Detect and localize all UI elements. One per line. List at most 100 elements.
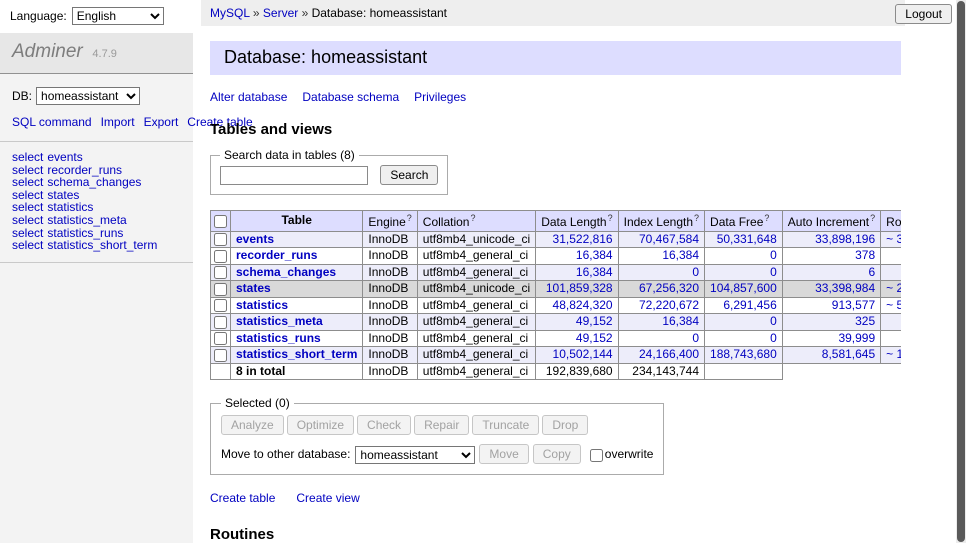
sidebar-table-line: select statistics_meta — [12, 214, 181, 227]
row-checkbox-statistics-runs[interactable] — [214, 332, 227, 345]
row-checkbox-statistics-meta[interactable] — [214, 316, 227, 329]
select-link-events[interactable]: select — [12, 150, 43, 164]
data-length-link[interactable]: 16,384 — [576, 248, 613, 262]
optimize-button[interactable]: Optimize — [287, 415, 354, 435]
language-select[interactable]: English — [72, 7, 164, 25]
index-length-link[interactable]: 0 — [692, 331, 699, 345]
engine-cell: InnoDB — [363, 264, 417, 281]
export-link[interactable]: Export — [144, 115, 179, 129]
move-button[interactable]: Move — [479, 444, 528, 464]
data-free-link[interactable]: 188,743,680 — [710, 347, 777, 361]
help-icon[interactable]: ? — [764, 213, 769, 223]
auto-increment-link[interactable]: 39,999 — [838, 331, 875, 345]
move-db-select[interactable]: homeassistant — [355, 446, 475, 464]
table-name-link-statistics-short-term[interactable]: statistics_short_term — [236, 347, 357, 361]
table-name-link-recorder-runs[interactable]: recorder_runs — [236, 248, 317, 262]
index-length-link[interactable]: 70,467,584 — [639, 232, 699, 246]
help-icon[interactable]: ? — [608, 213, 613, 223]
index-length-link[interactable]: 0 — [692, 265, 699, 279]
table-link-statistics-meta[interactable]: statistics_meta — [47, 213, 126, 227]
sql-command-link[interactable]: SQL command — [12, 115, 92, 129]
row-checkbox-states[interactable] — [214, 283, 227, 296]
data-length-link[interactable]: 101,859,328 — [546, 281, 613, 295]
rows-cell: ~ 3 — [881, 264, 901, 281]
index-length-cell: 0 — [618, 264, 704, 281]
help-icon[interactable]: ? — [870, 213, 875, 223]
data-length-link[interactable]: 49,152 — [576, 314, 613, 328]
check-button[interactable]: Check — [357, 415, 411, 435]
auto-increment-link[interactable]: 6 — [868, 265, 875, 279]
db-select[interactable]: homeassistant — [36, 87, 140, 105]
table-name-link-schema-changes[interactable]: schema_changes — [236, 265, 336, 279]
help-icon[interactable]: ? — [470, 213, 475, 223]
breadcrumb-link-server[interactable]: Server — [263, 6, 298, 20]
table-link-statistics-short-term[interactable]: statistics_short_term — [47, 238, 157, 252]
data-free-link[interactable]: 0 — [770, 265, 777, 279]
data-free-link[interactable]: 6,291,456 — [723, 298, 776, 312]
scrollbar-thumb[interactable] — [957, 1, 965, 542]
row-checkbox-statistics-short-term[interactable] — [214, 349, 227, 362]
auto-increment-link[interactable]: 33,398,984 — [815, 281, 875, 295]
create-view-link[interactable]: Create view — [296, 491, 359, 505]
table-name-link-states[interactable]: states — [236, 281, 271, 295]
search-button[interactable]: Search — [380, 165, 438, 185]
auto-increment-link[interactable]: 913,577 — [832, 298, 875, 312]
index-length-link[interactable]: 16,384 — [662, 314, 699, 328]
data-length-link[interactable]: 16,384 — [576, 265, 613, 279]
row-checkbox-recorder-runs[interactable] — [214, 250, 227, 263]
rows-link[interactable]: ~ 299,833 — [886, 281, 901, 295]
row-checkbox-events[interactable] — [214, 233, 227, 246]
data-free-link[interactable]: 50,331,648 — [717, 232, 777, 246]
data-free-link[interactable]: 104,857,600 — [710, 281, 777, 295]
index-length-link[interactable]: 67,256,320 — [639, 281, 699, 295]
rows-link[interactable]: ~ 312,180 — [886, 232, 901, 246]
help-icon[interactable]: ? — [694, 213, 699, 223]
breadcrumb-link-mysql[interactable]: MySQL — [210, 6, 250, 20]
table-name-link-statistics-meta[interactable]: statistics_meta — [236, 314, 323, 328]
table-name-link-events[interactable]: events — [236, 232, 274, 246]
analyze-button[interactable]: Analyze — [221, 415, 284, 435]
overwrite-checkbox[interactable] — [590, 449, 603, 462]
data-length-cell: 16,384 — [536, 264, 618, 281]
table-link-events[interactable]: events — [47, 150, 82, 164]
index-length-link[interactable]: 72,220,672 — [639, 298, 699, 312]
select-link-statistics-short-term[interactable]: select — [12, 238, 43, 252]
alter-database-link[interactable]: Alter database — [210, 90, 287, 104]
index-length-link[interactable]: 24,166,400 — [639, 347, 699, 361]
import-link[interactable]: Import — [101, 115, 135, 129]
auto-increment-cell: 325 — [782, 314, 880, 331]
index-length-link[interactable]: 16,384 — [662, 248, 699, 262]
select-all-checkbox[interactable] — [214, 215, 227, 228]
table-name-link-statistics-runs[interactable]: statistics_runs — [236, 331, 321, 345]
db-label: DB: — [12, 89, 32, 103]
rows-link[interactable]: ~ 136,108 — [886, 347, 901, 361]
repair-button[interactable]: Repair — [414, 415, 469, 435]
data-free-link[interactable]: 0 — [770, 331, 777, 345]
data-length-link[interactable]: 49,152 — [576, 331, 613, 345]
drop-button[interactable]: Drop — [542, 415, 588, 435]
sidebar-table-line: select statistics_short_term — [12, 239, 181, 252]
create-table-link[interactable]: Create table — [210, 491, 275, 505]
data-free-link[interactable]: 0 — [770, 314, 777, 328]
scrollbar[interactable] — [956, 0, 966, 543]
select-link-statistics-meta[interactable]: select — [12, 213, 43, 227]
table-name-link-statistics[interactable]: statistics — [236, 298, 288, 312]
data-length-link[interactable]: 31,522,816 — [553, 232, 613, 246]
logout-button[interactable]: Logout — [895, 4, 952, 24]
data-length-link[interactable]: 48,824,320 — [553, 298, 613, 312]
truncate-button[interactable]: Truncate — [472, 415, 539, 435]
data-length-link[interactable]: 10,502,144 — [553, 347, 613, 361]
search-input[interactable] — [220, 166, 368, 185]
auto-increment-link[interactable]: 378 — [855, 248, 875, 262]
row-checkbox-statistics[interactable] — [214, 299, 227, 312]
rows-link[interactable]: ~ 569,159 — [886, 298, 901, 312]
row-checkbox-schema-changes[interactable] — [214, 266, 227, 279]
auto-increment-link[interactable]: 33,898,196 — [815, 232, 875, 246]
help-icon[interactable]: ? — [407, 213, 412, 223]
auto-increment-link[interactable]: 8,581,645 — [822, 347, 875, 361]
data-free-link[interactable]: 0 — [770, 248, 777, 262]
database-schema-link[interactable]: Database schema — [302, 90, 399, 104]
privileges-link[interactable]: Privileges — [414, 90, 466, 104]
copy-button[interactable]: Copy — [533, 444, 581, 464]
auto-increment-link[interactable]: 325 — [855, 314, 875, 328]
